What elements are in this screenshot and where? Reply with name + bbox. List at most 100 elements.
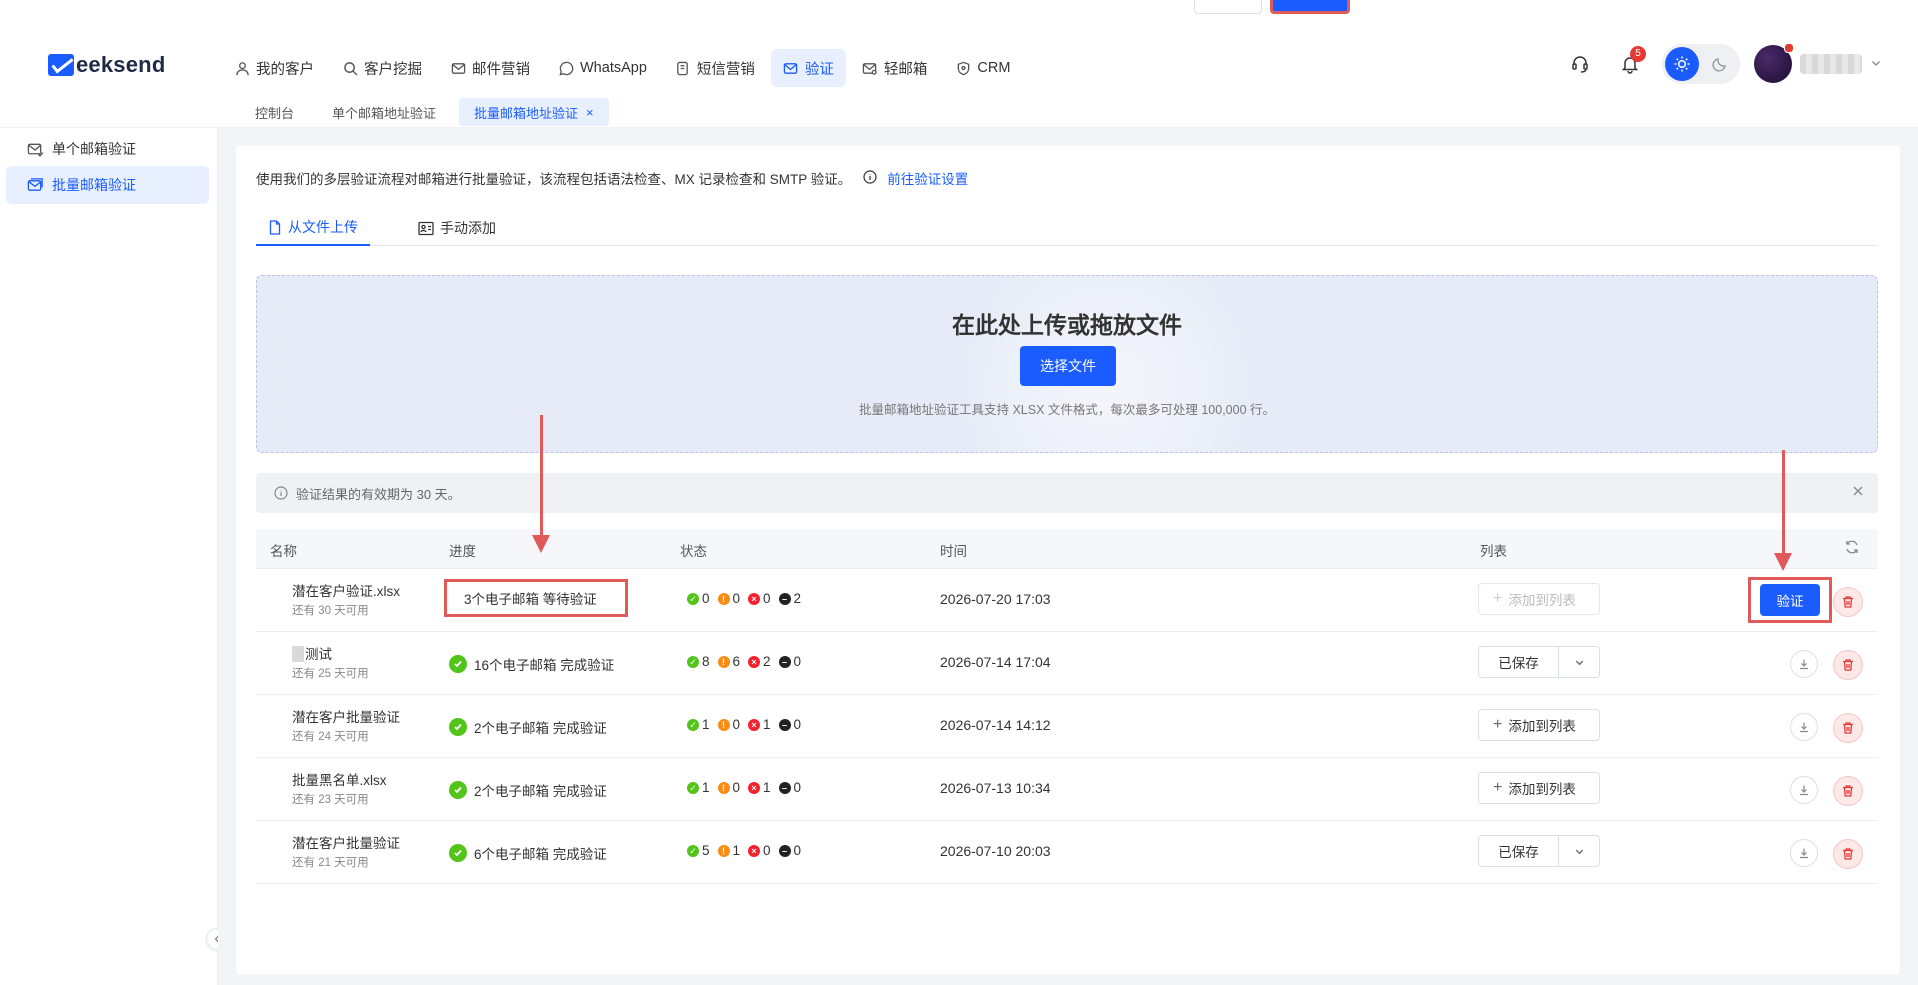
verify-mail-icon <box>783 60 799 76</box>
tab-manual-add[interactable]: 手动添加 <box>406 210 508 246</box>
table-row: 测试 还有 25 天可用 16个电子邮箱 完成验证 ✓ 8 ! 6 × 2 –0 20… <box>256 632 1878 695</box>
status-counts: ✓ 5 ! 1 × 0 –0 <box>687 843 801 858</box>
delete-icon[interactable] <box>1833 713 1863 743</box>
info-icon[interactable] <box>863 169 877 187</box>
saved-list-dropdown[interactable]: 已保存 <box>1478 835 1600 867</box>
valid-check-icon: ✓ <box>687 781 699 794</box>
valid-check-icon: ✓ <box>687 655 699 668</box>
unknown-minus-icon: – <box>778 592 791 605</box>
unknown-minus-icon: – <box>778 844 791 857</box>
nav-customer-mining[interactable]: 客户挖掘 <box>330 49 434 87</box>
nav-sms-marketing[interactable]: 短信营销 <box>663 49 767 87</box>
col-status: 状态 <box>680 544 707 559</box>
download-icon[interactable] <box>1790 776 1818 804</box>
row-time: 2026-07-20 17:03 <box>940 591 1051 607</box>
file-availability: 还有 30 天可用 <box>292 605 369 617</box>
add-to-list-button[interactable]: + 添加到列表 <box>1478 772 1600 804</box>
intro-text: 使用我们的多层验证流程对邮箱进行批量验证，该流程包括语法检查、MX 记录检查和 … <box>256 168 968 188</box>
choose-file-button[interactable]: 选择文件 <box>1020 346 1116 386</box>
verify-button-highlight: 验证 <box>1748 577 1832 623</box>
sidebar-item-batch-verify[interactable]: 批量邮箱验证 <box>6 166 209 204</box>
tab-upload-file[interactable]: 从文件上传 <box>256 210 370 246</box>
partial-primary-button[interactable] <box>1270 0 1350 14</box>
light-mail-icon <box>862 60 878 76</box>
nav-crm[interactable]: CRM <box>943 49 1022 87</box>
unknown-minus-icon: – <box>778 781 791 794</box>
tab-single-verify[interactable]: 单个邮箱地址验证 <box>317 98 451 126</box>
alert-close-icon[interactable] <box>1852 484 1864 502</box>
download-icon[interactable] <box>1790 650 1818 678</box>
tab-batch-verify[interactable]: 批量邮箱地址验证 × <box>459 98 609 126</box>
complete-check-icon <box>449 655 467 673</box>
download-icon[interactable] <box>1790 839 1818 867</box>
verify-button[interactable]: 验证 <box>1760 584 1820 616</box>
saved-label: 已保存 <box>1479 836 1559 866</box>
invalid-x-icon: × <box>748 718 761 731</box>
plus-icon: + <box>1493 716 1503 733</box>
partial-button[interactable] <box>1194 0 1262 14</box>
file-name: 测试 <box>292 643 332 663</box>
moon-icon[interactable] <box>1705 49 1735 79</box>
saved-label: 已保存 <box>1479 647 1559 677</box>
download-icon[interactable] <box>1790 713 1818 741</box>
file-availability: 还有 24 天可用 <box>292 731 369 743</box>
risky-warning-icon: ! <box>717 592 730 605</box>
file-name: 批量黑名单.xlsx <box>292 773 387 788</box>
sun-icon[interactable] <box>1665 47 1699 81</box>
add-to-list-button[interactable]: + 添加到列表 <box>1478 583 1600 615</box>
delete-icon[interactable] <box>1833 839 1863 869</box>
dropzone-hint: 批量邮箱地址验证工具支持 XLSX 文件格式，每次最多可处理 100,000 行… <box>858 403 1276 417</box>
status-counts: ✓ 0 ! 0 × 0 –2 <box>687 591 801 606</box>
delete-icon[interactable] <box>1833 650 1863 680</box>
notification-badge: 5 <box>1630 46 1646 62</box>
row-time: 2026-07-14 14:12 <box>940 717 1051 733</box>
col-progress: 进度 <box>449 544 476 559</box>
status-counts: ✓ 8 ! 6 × 2 –0 <box>687 654 801 669</box>
batch-mail-icon <box>26 176 44 194</box>
verify-settings-link[interactable]: 前往验证设置 <box>887 168 968 188</box>
user-menu[interactable] <box>1754 43 1882 83</box>
logo-text: eeksend <box>76 52 166 77</box>
support-icon[interactable] <box>1562 46 1598 82</box>
nav-whatsapp[interactable]: WhatsApp <box>546 49 659 87</box>
chevron-down-icon[interactable] <box>1559 657 1599 668</box>
file-dropzone[interactable]: 在此处上传或拖放文件 选择文件 批量邮箱地址验证工具支持 XLSX 文件格式，每… <box>256 275 1878 453</box>
logo[interactable]: eeksend <box>48 52 165 78</box>
progress-pending-highlight: 3个电子邮箱 等待验证 <box>444 579 628 617</box>
saved-list-dropdown[interactable]: 已保存 <box>1478 646 1600 678</box>
logo-mark-icon <box>48 54 74 76</box>
refresh-icon[interactable] <box>1844 539 1860 558</box>
file-icon <box>268 219 282 235</box>
tab-console[interactable]: 控制台 <box>240 98 309 126</box>
file-availability: 还有 25 天可用 <box>292 668 369 680</box>
main-nav: 我的客户 客户挖掘 邮件营销 WhatsApp 短信营销 验证 轻邮箱 CRM <box>222 49 1022 87</box>
theme-toggle[interactable] <box>1662 44 1740 84</box>
risky-warning-icon: ! <box>717 655 730 668</box>
invalid-x-icon: × <box>748 592 761 605</box>
chevron-down-icon[interactable] <box>1559 846 1599 857</box>
progress-text: 2个电子邮箱 完成验证 <box>474 721 607 736</box>
notification-bell-icon[interactable]: 5 <box>1612 46 1648 82</box>
upload-tabs: 从文件上传 手动添加 <box>256 210 1878 246</box>
nav-light-mail[interactable]: 轻邮箱 <box>850 49 940 87</box>
username-blurred <box>1800 54 1862 74</box>
valid-check-icon: ✓ <box>687 844 699 857</box>
progress: 16个电子邮箱 完成验证 <box>449 654 614 674</box>
status-counts: ✓ 1 ! 0 × 1 –0 <box>687 780 801 795</box>
tab-close-icon[interactable]: × <box>586 105 594 120</box>
col-list: 列表 <box>1480 544 1507 559</box>
manual-add-icon <box>418 221 434 236</box>
progress: 2个电子邮箱 完成验证 <box>449 717 607 737</box>
add-to-list-button[interactable]: + 添加到列表 <box>1478 709 1600 741</box>
nav-verify[interactable]: 验证 <box>770 49 846 87</box>
top-header: eeksend 我的客户 客户挖掘 邮件营销 WhatsApp 短信营销 验证 <box>0 0 1918 128</box>
nav-email-marketing[interactable]: 邮件营销 <box>438 49 542 87</box>
crm-icon <box>955 60 971 76</box>
sidebar-item-single-verify[interactable]: 单个邮箱验证 <box>6 130 209 168</box>
mail-icon <box>450 60 466 76</box>
plus-icon: + <box>1493 779 1503 796</box>
row-time: 2026-07-14 17:04 <box>940 654 1051 670</box>
delete-icon[interactable] <box>1833 587 1863 617</box>
delete-icon[interactable] <box>1833 776 1863 806</box>
nav-my-customers[interactable]: 我的客户 <box>222 49 326 87</box>
